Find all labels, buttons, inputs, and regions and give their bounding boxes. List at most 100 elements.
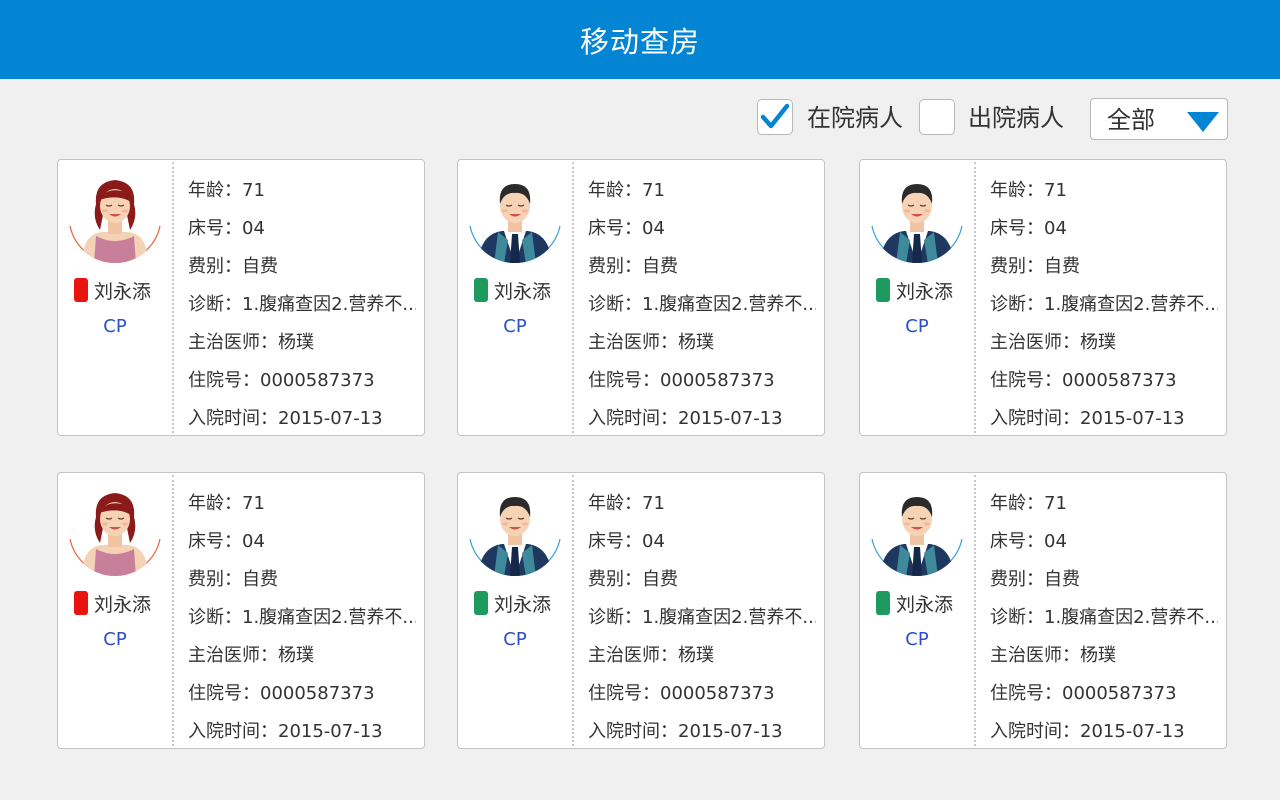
attending-doctor-row: 主治医师：杨璞 <box>990 645 1116 666</box>
discharged-checkbox[interactable] <box>919 99 955 135</box>
fee-type-row: 费别：自费 <box>588 256 678 277</box>
card-divider <box>572 475 574 746</box>
admission-date-row: 入院时间：2015-07-13 <box>588 408 783 429</box>
cp-label[interactable]: CP <box>860 629 974 650</box>
patient-name-box: 刘永添 <box>74 590 151 616</box>
age-row: 年龄：71 <box>588 493 665 514</box>
female-avatar-icon <box>69 493 161 576</box>
patient-card-profile: 刘永添 CP <box>458 160 572 435</box>
patient-avatar <box>468 174 562 264</box>
app-header: 移动查房 <box>0 0 1280 79</box>
attending-doctor-row: 主治医师：杨璞 <box>188 332 314 353</box>
status-tag <box>74 591 88 615</box>
attending-doctor-row: 主治医师：杨璞 <box>990 332 1116 353</box>
patient-name: 刘永添 <box>896 593 954 616</box>
patient-card-profile: 刘永添 CP <box>458 473 572 748</box>
patient-avatar <box>468 487 562 577</box>
age-row: 年龄：71 <box>990 180 1067 201</box>
female-avatar-icon <box>69 180 161 263</box>
patient-info: 年龄：71 床号：04 费别：自费 诊断：1.腹痛查因2.营养不... 主治医师：杨璞住… <box>990 485 1218 751</box>
bed-row: 床号：04 <box>990 531 1067 552</box>
filter-bar: 在院病人 出院病人 全部 <box>0 98 1280 140</box>
patient-name-box: 刘永添 <box>474 277 551 303</box>
in-hospital-checkbox[interactable] <box>757 99 793 135</box>
fee-type-row: 费别：自费 <box>188 569 278 590</box>
patient-card[interactable]: 刘永添 CP 年龄：71 床号：04 费别：自费诊断：1.腹痛查因2.营养不... 主治医… <box>457 159 825 436</box>
patient-name: 刘永添 <box>494 593 552 616</box>
patient-avatar <box>68 174 162 264</box>
cp-label[interactable]: CP <box>58 629 172 650</box>
patient-name: 刘永添 <box>94 280 152 303</box>
patient-avatar <box>68 487 162 577</box>
admission-number-row: 住院号：0000587373 <box>588 683 775 704</box>
patient-name-box: 刘永添 <box>876 590 953 616</box>
bed-row: 床号：04 <box>990 218 1067 239</box>
fee-type-row: 费别：自费 <box>990 256 1080 277</box>
card-divider <box>572 162 574 433</box>
male-avatar-icon <box>469 184 561 263</box>
admission-date-row: 入院时间：2015-07-13 <box>990 721 1185 742</box>
patient-name-box: 刘永添 <box>74 277 151 303</box>
patient-card-profile: 刘永添 CP <box>860 473 974 748</box>
patient-card[interactable]: 刘永添 CP 年龄：71 床号：04 费别：自费诊断：1.腹痛查因2.营养不... 主治医… <box>57 159 425 436</box>
patient-card[interactable]: 刘永添 CP 年龄：71 床号：04 费别：自费诊断：1.腹痛查因2.营养不... 主治医… <box>859 159 1227 436</box>
cp-label[interactable]: CP <box>458 629 572 650</box>
status-tag <box>474 278 488 302</box>
triangle-down-icon <box>1187 112 1219 132</box>
fee-type-row: 费别：自费 <box>188 256 278 277</box>
age-row: 年龄：71 <box>588 180 665 201</box>
patient-card-profile: 刘永添 CP <box>58 160 172 435</box>
admission-number-row: 住院号：0000587373 <box>188 683 375 704</box>
checkmark-icon <box>761 103 789 129</box>
cp-label[interactable]: CP <box>458 316 572 337</box>
diagnosis-row: 诊断：1.腹痛查因2.营养不... <box>188 607 416 628</box>
patient-info: 年龄：71 床号：04 费别：自费诊断：1.腹痛查因2.营养不... 主治医师：杨璞住… <box>588 172 816 438</box>
fee-type-row: 费别：自费 <box>588 569 678 590</box>
admission-number-row: 住院号：0000587373 <box>588 370 775 391</box>
status-tag <box>876 278 890 302</box>
bed-row: 床号：04 <box>188 218 265 239</box>
patient-info: 年龄：71 床号：04 费别：自费 诊断：1.腹痛查因2.营养不... 主治医师：杨璞住… <box>588 485 816 751</box>
patient-avatar <box>870 174 964 264</box>
admission-number-row: 住院号：0000587373 <box>188 370 375 391</box>
patient-card[interactable]: 刘永添 CP 年龄：71 床号：04 费别：自费 诊断：1.腹痛查因2.营养不... 主治医… <box>457 472 825 749</box>
card-divider <box>172 475 174 746</box>
diagnosis-row: 诊断：1.腹痛查因2.营养不... <box>990 294 1218 315</box>
admission-date-row: 入院时间：2015-07-13 <box>188 408 383 429</box>
patient-info: 年龄：71 床号：04 费别：自费诊断：1.腹痛查因2.营养不... 主治医师：杨璞住… <box>188 172 416 438</box>
diagnosis-row: 诊断：1.腹痛查因2.营养不... <box>188 294 416 315</box>
cp-label[interactable]: CP <box>58 316 172 337</box>
patient-name-box: 刘永添 <box>876 277 953 303</box>
status-tag <box>474 591 488 615</box>
category-select[interactable]: 全部 <box>1090 98 1228 140</box>
age-row: 年龄：71 <box>990 493 1067 514</box>
patient-name: 刘永添 <box>94 593 152 616</box>
diagnosis-row: 诊断：1.腹痛查因2.营养不... <box>588 294 816 315</box>
patient-info: 年龄：71 床号：04 费别：自费 诊断：1.腹痛查因2.营养不... 主治医师：杨璞住… <box>990 172 1218 438</box>
attending-doctor-row: 主治医师：杨璞 <box>588 332 714 353</box>
age-row: 年龄：71 <box>188 180 265 201</box>
discharged-label[interactable]: 出院病人 <box>968 100 1064 136</box>
fee-type-row: 费别：自费 <box>990 569 1080 590</box>
bed-row: 床号：04 <box>588 218 665 239</box>
patient-card[interactable]: 刘永添 CP 年龄：71 床号：04 费别：自费 诊断：1.腹痛查因2.营养不... 主治医… <box>859 472 1227 749</box>
admission-date-row: 入院时间：2015-07-13 <box>188 721 383 742</box>
in-hospital-label[interactable]: 在院病人 <box>807 100 903 136</box>
page-title: 移动查房 <box>579 24 700 59</box>
male-avatar-icon <box>469 497 561 576</box>
admission-date-row: 入院时间：2015-07-13 <box>990 408 1185 429</box>
patient-card[interactable]: 刘永添 CP 年龄：71 床号：04 费别：自费 诊断：1.腹痛查因2.营养不... 主治医… <box>57 472 425 749</box>
patient-card-profile: 刘永添 CP <box>58 473 172 748</box>
attending-doctor-row: 主治医师：杨璞 <box>188 645 314 666</box>
patient-name-box: 刘永添 <box>474 590 551 616</box>
male-avatar-icon <box>871 497 963 576</box>
admission-date-row: 入院时间：2015-07-13 <box>588 721 783 742</box>
male-avatar-icon <box>871 184 963 263</box>
cp-label[interactable]: CP <box>860 316 974 337</box>
card-divider <box>974 475 976 746</box>
patient-info: 年龄：71 床号：04 费别：自费 诊断：1.腹痛查因2.营养不... 主治医师：杨璞住… <box>188 485 416 751</box>
category-select-value: 全部 <box>1107 106 1155 134</box>
admission-number-row: 住院号：0000587373 <box>990 683 1177 704</box>
patient-card-profile: 刘永添 CP <box>860 160 974 435</box>
patient-name: 刘永添 <box>896 280 954 303</box>
